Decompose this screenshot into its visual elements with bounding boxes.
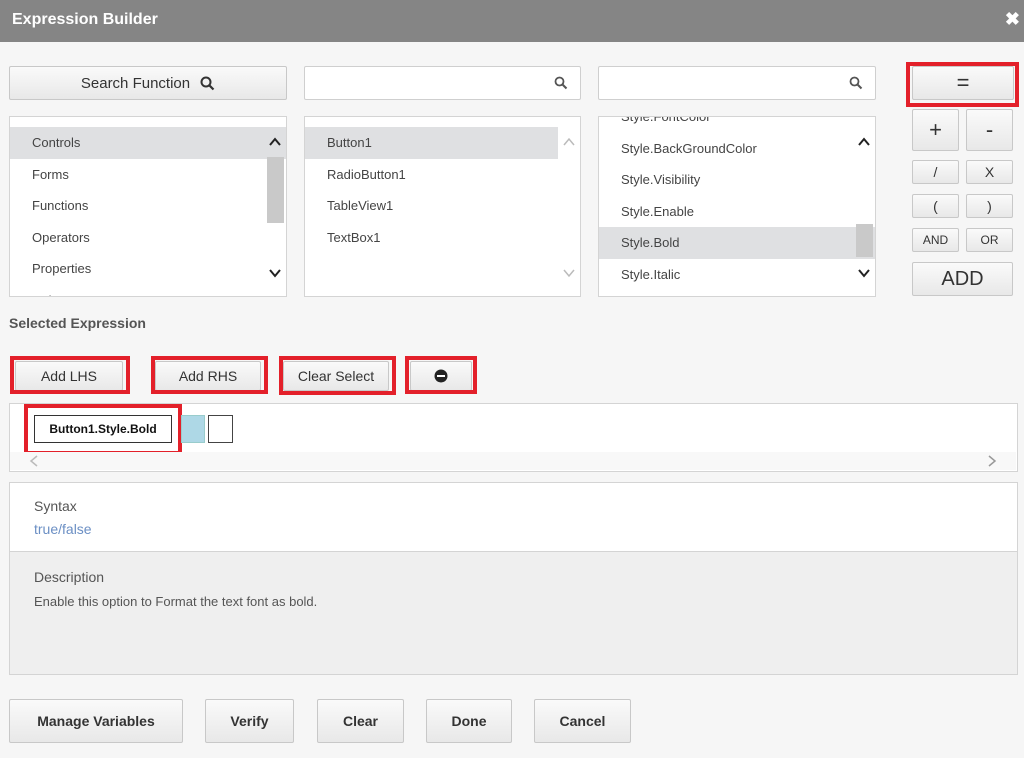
properties-search-input[interactable] [607, 75, 841, 92]
search-function-label: Search Function [80, 74, 191, 92]
chevron-right-icon[interactable] [986, 454, 998, 468]
open-paren-label: ( [933, 198, 938, 214]
syntax-value: true/false [34, 521, 92, 537]
search-icon [849, 76, 863, 90]
search-icon [200, 76, 215, 90]
list-item-style-visibility[interactable]: Style.Visibility [599, 164, 875, 196]
and-label: AND [922, 233, 949, 247]
list-item-rules[interactable]: Rules [10, 285, 286, 297]
cancel-label: Cancel [559, 713, 606, 729]
clear-label: Clear [342, 713, 379, 729]
minus-label: - [985, 117, 994, 142]
list-item-operators[interactable]: Operators [10, 222, 286, 254]
minus-button[interactable]: - [966, 109, 1013, 151]
manage-variables-label: Manage Variables [37, 713, 155, 729]
verify-button[interactable]: Verify [205, 699, 294, 743]
clear-select-button[interactable]: Clear Select [283, 361, 389, 391]
close-paren-label: ) [987, 198, 992, 214]
description-label: Description [34, 569, 105, 585]
controls-search-box[interactable] [304, 66, 581, 100]
add-rhs-label: Add RHS [178, 368, 238, 384]
properties-search-box[interactable] [598, 66, 876, 100]
list-item-functions[interactable]: Functions [10, 190, 286, 222]
controls-search-input[interactable] [313, 75, 547, 92]
horizontal-scrollbar[interactable] [10, 452, 1016, 470]
add-button[interactable]: ADD [912, 262, 1013, 296]
syntax-label: Syntax [34, 498, 77, 514]
remove-button[interactable] [410, 361, 472, 391]
title-bar: Expression Builder ✖ [0, 0, 1024, 42]
add-rhs-button[interactable]: Add RHS [155, 361, 261, 391]
chevron-left-icon[interactable] [28, 454, 40, 468]
chevron-down-icon[interactable] [857, 266, 871, 280]
syntax-section: Syntax true/false [10, 483, 1017, 552]
categories-list[interactable]: Controls Forms Functions Operators Prope… [9, 116, 287, 297]
clear-button[interactable]: Clear [317, 699, 404, 743]
list-item-style-enable[interactable]: Style.Enable [599, 196, 875, 228]
list-item-style-italic[interactable]: Style.Italic [599, 259, 875, 291]
or-button[interactable]: OR [966, 228, 1013, 252]
list-item-properties[interactable]: Properties [10, 253, 286, 285]
expression-slot-empty[interactable] [208, 415, 233, 443]
scrollbar-thumb[interactable] [856, 224, 873, 257]
add-lhs-label: Add LHS [40, 368, 98, 384]
close-paren-button[interactable]: ) [966, 194, 1013, 218]
window-title: Expression Builder [12, 11, 158, 28]
list-item-style-backgroundcolor[interactable]: Style.BackGroundColor [599, 133, 875, 165]
list-item-radiobutton1[interactable]: RadioButton1 [305, 159, 580, 191]
description-value: Enable this option to Format the text fo… [34, 594, 318, 609]
list-item-tableview1[interactable]: TableView1 [305, 190, 580, 222]
manage-variables-button[interactable]: Manage Variables [9, 699, 183, 743]
expression-chip[interactable]: Button1.Style.Bold [34, 415, 172, 443]
divide-label: / [933, 164, 938, 180]
scrollbar-thumb[interactable] [267, 157, 284, 223]
plus-label: + [929, 117, 942, 142]
info-panel: Syntax true/false Description Enable thi… [9, 482, 1018, 675]
multiply-button[interactable]: X [966, 160, 1013, 184]
list-item-style-fontcolor[interactable]: Style.FontColor [599, 117, 875, 133]
search-function-button[interactable]: Search Function [9, 66, 287, 100]
chevron-down-icon[interactable] [268, 266, 282, 280]
equals-label: = [956, 70, 970, 95]
chevron-up-icon[interactable] [857, 135, 871, 149]
clear-select-label: Clear Select [297, 368, 375, 384]
divide-button[interactable]: / [912, 160, 959, 184]
search-icon [554, 76, 568, 90]
verify-label: Verify [230, 713, 269, 729]
list-item-controls[interactable]: Controls [10, 127, 286, 159]
open-paren-button[interactable]: ( [912, 194, 959, 218]
list-item-button1[interactable]: Button1 [305, 127, 558, 159]
controls-list[interactable]: Button1 RadioButton1 TableView1 TextBox1 [304, 116, 581, 297]
selected-expression-label: Selected Expression [9, 315, 146, 331]
cancel-button[interactable]: Cancel [534, 699, 631, 743]
done-label: Done [451, 713, 487, 729]
list-item-textbox1[interactable]: TextBox1 [305, 222, 580, 254]
chevron-up-icon[interactable] [268, 135, 282, 149]
done-button[interactable]: Done [426, 699, 512, 743]
equals-button[interactable]: = [912, 66, 1014, 100]
multiply-label: X [984, 164, 995, 180]
or-label: OR [980, 233, 999, 247]
plus-button[interactable]: + [912, 109, 959, 151]
list-item-forms[interactable]: Forms [10, 159, 286, 191]
and-button[interactable]: AND [912, 228, 959, 252]
add-label: ADD [941, 267, 984, 290]
minus-circle-icon [434, 369, 448, 383]
close-icon[interactable]: ✖ [1005, 9, 1020, 30]
expression-slot-selected[interactable] [181, 415, 205, 443]
list-item-style-bold[interactable]: Style.Bold [599, 227, 875, 259]
chevron-down-icon[interactable] [562, 266, 576, 280]
properties-list[interactable]: Style.FontColor Style.BackGroundColor St… [598, 116, 876, 297]
chevron-up-icon[interactable] [562, 135, 576, 149]
add-lhs-button[interactable]: Add LHS [15, 361, 123, 391]
